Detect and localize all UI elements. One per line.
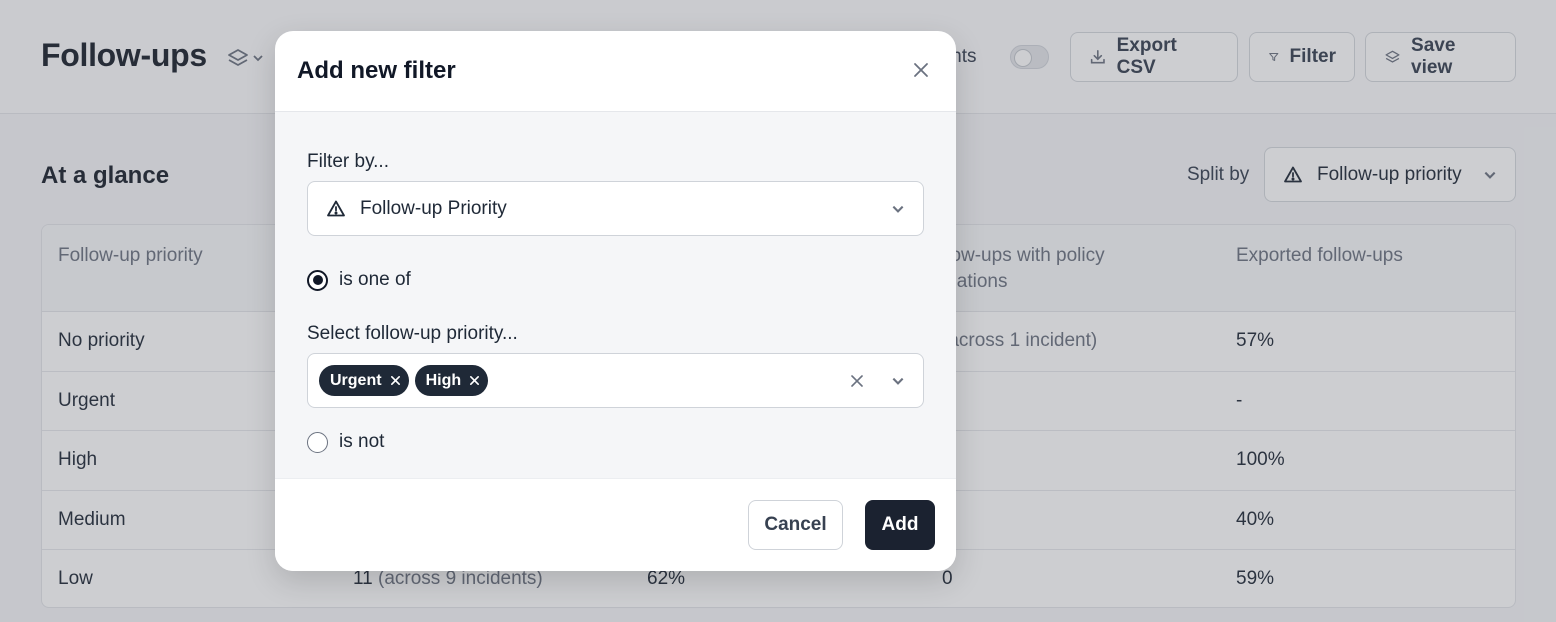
remove-chip-button[interactable] xyxy=(390,375,401,386)
filter-by-value: Follow-up Priority xyxy=(360,197,507,219)
chevron-down-icon xyxy=(892,377,904,385)
radio-is-one-of[interactable]: is one of xyxy=(307,269,411,291)
close-icon xyxy=(914,63,928,77)
add-button[interactable]: Add xyxy=(865,500,935,550)
priority-multiselect[interactable]: Urgent High xyxy=(307,353,924,408)
selected-chips: Urgent High xyxy=(319,365,849,396)
chip-high: High xyxy=(414,365,489,396)
close-button[interactable] xyxy=(912,61,930,84)
add-filter-dialog: Add new filter Filter by... Follow-up Pr… xyxy=(275,31,956,571)
close-icon xyxy=(390,376,400,385)
remove-chip-button[interactable] xyxy=(469,375,480,386)
dialog-header: Add new filter xyxy=(275,31,956,112)
filter-by-label: Filter by... xyxy=(307,151,389,172)
dialog-body: Filter by... Follow-up Priority is one o… xyxy=(275,112,956,478)
radio-is-one-of-label: is one of xyxy=(339,269,411,290)
clear-selection-button[interactable] xyxy=(849,373,865,389)
chip-label: Urgent xyxy=(330,371,382,389)
dialog-footer: Cancel Add xyxy=(275,478,956,571)
select-priority-label: Select follow-up priority... xyxy=(307,323,518,344)
radio-button-checked[interactable] xyxy=(307,269,328,291)
chip-urgent: Urgent xyxy=(319,365,409,396)
close-icon xyxy=(470,376,480,385)
warning-triangle-icon xyxy=(327,200,345,216)
filter-by-select[interactable]: Follow-up Priority xyxy=(307,181,924,236)
chip-label: High xyxy=(425,371,462,389)
dialog-title: Add new filter xyxy=(297,57,456,84)
close-icon xyxy=(851,374,863,387)
radio-button-unchecked[interactable] xyxy=(307,431,328,453)
radio-is-not-label: is not xyxy=(339,431,385,452)
cancel-button[interactable]: Cancel xyxy=(748,500,843,550)
chevron-down-icon xyxy=(892,205,904,213)
radio-is-not[interactable]: is not xyxy=(307,431,384,453)
